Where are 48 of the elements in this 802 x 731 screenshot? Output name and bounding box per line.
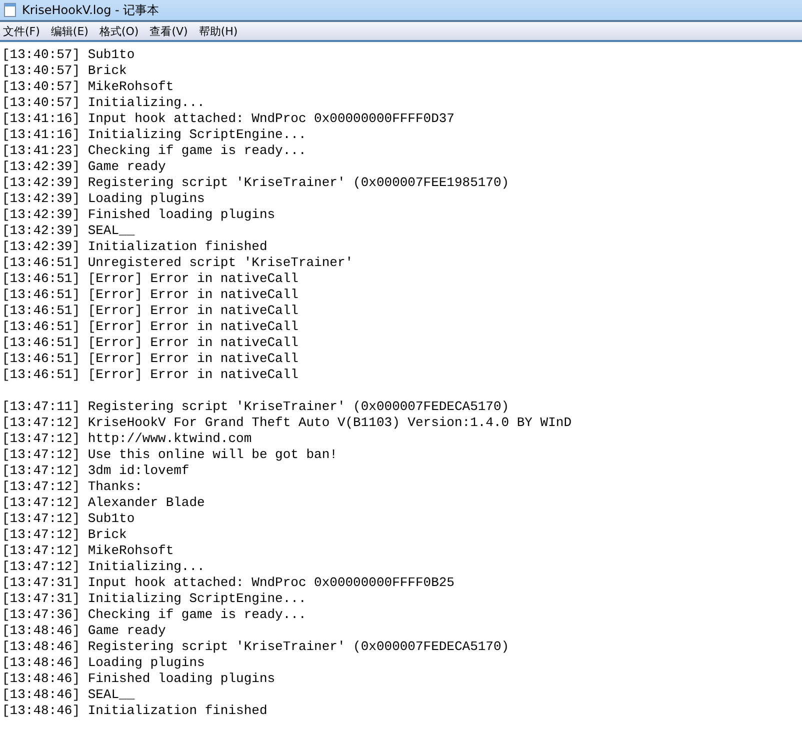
log-line: [13:47:12] http://www.ktwind.com: [2, 431, 253, 447]
window-title: KriseHookV.log - 记事本: [22, 2, 160, 18]
log-line: [13:47:36] Checking if game is ready...: [2, 607, 308, 623]
menu-item[interactable]: 帮助(H): [198, 24, 244, 38]
menu-item[interactable]: 文件(F): [2, 24, 46, 38]
menu-item[interactable]: 编辑(E): [50, 24, 94, 38]
log-line: [13:42:39] SEAL__: [2, 223, 136, 239]
log-line: [13:42:39] Registering script 'KriseTrainer' (0x000007FEE1985170): [2, 175, 510, 191]
log-line: [13:40:57] MikeRohsoft: [2, 79, 175, 95]
log-line: [13:41:23] Checking if game is ready...: [2, 143, 308, 159]
log-line: [13:48:46] Loading plugins: [2, 655, 206, 671]
log-line: [13:46:51] [Error] Error in nativeCall: [2, 303, 300, 319]
log-line: [13:48:46] Finished loading plugins: [2, 671, 276, 687]
log-line: [13:47:12] MikeRohsoft: [2, 543, 175, 559]
log-line: [13:42:39] Initialization finished: [2, 239, 268, 255]
log-line: [13:47:12] Initializing...: [2, 559, 206, 575]
log-line: [13:46:51] [Error] Error in nativeCall: [2, 335, 300, 351]
log-line: [13:41:16] Initializing ScriptEngine...: [2, 127, 308, 143]
log-line: [13:40:57] Sub1to: [2, 47, 136, 63]
log-line: [13:48:46] Initialization finished: [2, 703, 268, 719]
log-line: [13:47:12] 3dm id:lovemf: [2, 463, 190, 479]
log-line: [13:46:51] [Error] Error in nativeCall: [2, 351, 300, 367]
log-line: [13:48:46] Game ready: [2, 623, 167, 639]
log-line: [13:47:12] Thanks:: [2, 479, 144, 495]
log-line: [13:41:16] Input hook attached: WndProc 0x00000000FFFF0D37: [2, 111, 456, 127]
log-line: [13:42:39] Loading plugins: [2, 191, 206, 207]
log-line: [13:46:51] [Error] Error in nativeCall: [2, 287, 300, 303]
notepad-icon: [4, 3, 16, 17]
log-line: [13:47:12] KriseHookV For Grand Theft Auto V(B1103) Version:1.4.0 BY WInD: [2, 415, 572, 431]
log-line: [13:42:39] Game ready: [2, 159, 167, 175]
log-line: [13:46:51] Unregistered script 'KriseTrainer': [2, 255, 354, 271]
menu-item[interactable]: 格式(O): [98, 24, 145, 38]
log-line: [13:47:31] Input hook attached: WndProc 0x00000000FFFF0B25: [2, 575, 456, 591]
log-line: [13:48:46] SEAL__: [2, 687, 136, 703]
log-line: [13:40:57] Brick: [2, 63, 128, 79]
log-line: [13:46:51] [Error] Error in nativeCall: [2, 367, 300, 383]
log-line: [13:47:12] Sub1to: [2, 511, 136, 527]
log-line: [13:47:12] Alexander Blade: [2, 495, 206, 511]
log-line: [13:47:12] Use this online will be got ban!: [2, 447, 338, 463]
log-line: [13:46:51] [Error] Error in nativeCall: [2, 319, 300, 335]
log-line: [13:48:46] Registering script 'KriseTrainer' (0x000007FEDECA5170): [2, 639, 510, 655]
log-line: [13:47:12] Brick: [2, 527, 128, 543]
log-line: [13:40:57] Initializing...: [2, 95, 206, 111]
log-line: [13:46:51] [Error] Error in nativeCall: [2, 271, 300, 287]
log-line: [13:42:39] Finished loading plugins: [2, 207, 276, 223]
menu-item[interactable]: 查看(V): [148, 24, 194, 38]
log-line: [13:47:11] Registering script 'KriseTrainer' (0x000007FEDECA5170): [2, 399, 510, 415]
log-line: [13:47:31] Initializing ScriptEngine...: [2, 591, 308, 607]
